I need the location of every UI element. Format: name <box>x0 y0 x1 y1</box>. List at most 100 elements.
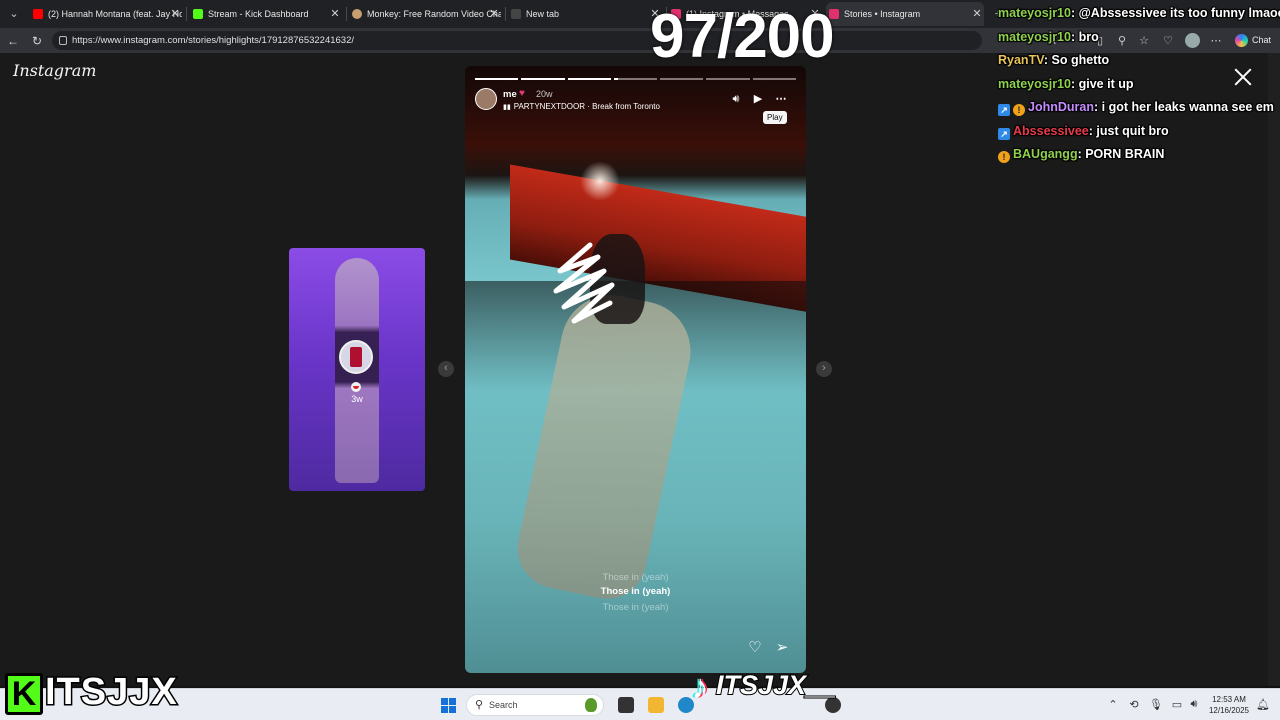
story-username[interactable]: me <box>503 89 517 100</box>
preview-time: 3w <box>351 394 363 404</box>
tab-label: (2) Hannah Montana (feat. Jay Ho <box>48 9 182 19</box>
task-view-icon[interactable] <box>618 697 634 713</box>
sync-icon[interactable]: ⟲ <box>1127 698 1141 711</box>
chat-text: So ghetto <box>1051 53 1110 67</box>
address-bar[interactable]: https://www.instagram.com/stories/highli… <box>52 31 982 50</box>
windows-taskbar: ⚲ Search ⌃ ⟲ 🎙︎ ▭ 🔊︎ 12:53 AM 12/16/2025… <box>0 688 1280 720</box>
tab-label: Stories • Instagram <box>844 9 921 19</box>
music-label: PARTYNEXTDOOR · Break from Toronto <box>513 102 660 111</box>
subscriber-badge-icon: ! <box>998 151 1010 163</box>
tab-divider <box>186 7 187 21</box>
chat-separator: : <box>1043 53 1052 67</box>
search-label: Search <box>489 700 518 710</box>
chat-username: mateyosjr10 <box>998 76 1071 91</box>
play-icon[interactable]: ▶ <box>751 92 765 106</box>
clock-date: 12/16/2025 <box>1208 706 1250 715</box>
chat-separator: : <box>1070 29 1079 44</box>
back-arrow-icon[interactable]: ← <box>4 32 22 50</box>
story-progress-fill <box>475 78 519 80</box>
like-heart-icon[interactable]: ♡ <box>747 640 763 656</box>
story-progress-segment <box>567 78 611 80</box>
kick-icon <box>193 9 203 19</box>
search-icon: ⚲ <box>475 699 484 711</box>
story-progress-fill <box>567 78 611 80</box>
chat-text: bro <box>1078 29 1099 44</box>
microphone-icon[interactable]: 🎙︎ <box>1149 698 1163 711</box>
chat-separator: : <box>1070 76 1079 91</box>
clock-time: 12:53 AM <box>1212 695 1246 704</box>
url-text: https://www.instagram.com/stories/highli… <box>72 35 355 46</box>
search-highlight-icon <box>585 698 597 712</box>
story-music[interactable]: ▮▮ PARTYNEXTDOOR · Break from Toronto <box>503 102 660 111</box>
tab-label: Monkey: Free Random Video Chat <box>367 9 501 19</box>
preview-avatar <box>339 340 373 374</box>
next-story-chevron-icon[interactable]: › <box>816 361 832 377</box>
close-tab-icon[interactable]: ✕ <box>168 2 182 26</box>
story-progress-fill <box>613 78 619 80</box>
chat-text: give it up <box>1078 76 1134 91</box>
kick-channel-name: ITSJJX <box>44 670 179 715</box>
tab-monkey[interactable]: Monkey: Free Random Video Chat ✕ <box>349 2 501 26</box>
refresh-icon[interactable]: ↻ <box>28 32 46 50</box>
notifications-bell-icon[interactable]: 🔔︎ <box>1256 698 1270 711</box>
lock-icon <box>59 36 67 45</box>
close-tab-icon[interactable]: ✕ <box>328 2 342 26</box>
chat-message: ! BAUgangg: PORN BRAIN <box>998 143 1280 167</box>
close-tab-icon[interactable]: ✕ <box>970 2 984 26</box>
close-tab-icon[interactable]: ✕ <box>487 2 501 26</box>
tiktok-watermark: ♪ ITSJJX__ <box>683 664 838 710</box>
tab-hannah-montana[interactable]: (2) Hannah Montana (feat. Jay Ho ✕ <box>30 2 182 26</box>
previous-story-chevron-icon[interactable]: ‹ <box>438 361 454 377</box>
volume-icon[interactable]: 🔊︎ <box>729 92 743 106</box>
story-age: 20w <box>536 89 553 99</box>
stream-counter: 97/200 <box>650 2 835 71</box>
instagram-logo[interactable]: Instagram <box>13 61 96 80</box>
chat-message: mateyosjr10: give it up <box>998 73 1280 97</box>
windows-start-icon[interactable] <box>441 698 456 713</box>
tab-divider <box>505 7 506 21</box>
tiktok-logo-icon: ♪ <box>691 668 709 706</box>
chat-message: mateyosjr10: bro <box>998 26 1280 50</box>
chat-username: JohnDuran <box>1028 100 1094 114</box>
story-progress-segment <box>752 78 796 80</box>
story-progress-segment <box>660 78 704 80</box>
monkey-icon <box>352 9 362 19</box>
tab-divider <box>346 7 347 21</box>
chat-username: mateyosjr10 <box>998 6 1071 20</box>
light-flare <box>580 161 620 201</box>
preview-emoji-icon <box>351 382 361 392</box>
share-send-icon[interactable]: ➢ <box>774 640 790 656</box>
story-viewer[interactable]: me ♥ 20w ▮▮ PARTYNEXTDOOR · Break from To… <box>465 66 806 673</box>
chat-separator: : <box>1070 6 1079 20</box>
chat-username: mateyosjr10 <box>998 29 1071 44</box>
close-friends-heart-icon: ♥ <box>519 88 525 99</box>
previous-story-preview[interactable]: 3w <box>289 248 425 491</box>
tab-kick-dashboard[interactable]: Stream - Kick Dashboard ✕ <box>190 2 342 26</box>
taskbar-clock[interactable]: 12:53 AM 12/16/2025 <box>1206 694 1252 716</box>
tab-stories-instagram[interactable]: Stories • Instagram ✕ <box>826 2 984 26</box>
tray-chevron-icon[interactable]: ⌃ <box>1106 698 1120 711</box>
tab-label: Stream - Kick Dashboard <box>208 9 309 19</box>
new-tab-icon <box>511 9 521 19</box>
speaker-icon[interactable]: 🔊︎ <box>1187 698 1201 711</box>
story-options-icon[interactable]: ⋯ <box>774 92 788 106</box>
network-icon[interactable]: ▭ <box>1170 698 1184 711</box>
music-bars-icon: ▮▮ <box>503 104 511 111</box>
chat-message: RyanTV: So ghetto <box>998 49 1280 73</box>
tab-actions-chevron-icon[interactable]: ⌄ <box>4 4 24 24</box>
chat-username: BAUgangg <box>1013 147 1078 161</box>
story-progress-segment <box>521 78 565 80</box>
story-author-avatar[interactable] <box>475 88 497 110</box>
chat-username: Abssessivee <box>1013 123 1089 138</box>
youtube-icon <box>33 9 43 19</box>
story-progress-fill <box>521 78 565 80</box>
stream-chat-overlay: mateyosjr10: @Abssessivee its too funny … <box>998 2 1280 167</box>
lyric-line: Those in (yeah) <box>602 572 669 583</box>
subscriber-badge-icon: ! <box>1013 104 1025 116</box>
tiktok-handle: ITSJJX__ <box>715 669 837 701</box>
taskbar-search[interactable]: ⚲ Search <box>466 694 604 716</box>
screen: ⌄ (2) Hannah Montana (feat. Jay Ho ✕ Str… <box>0 0 1280 720</box>
file-explorer-icon[interactable] <box>648 697 664 713</box>
tab-new-tab[interactable]: New tab ✕ <box>508 2 662 26</box>
chat-message: ↗! JohnDuran: i got her leaks wanna see e… <box>998 96 1280 120</box>
